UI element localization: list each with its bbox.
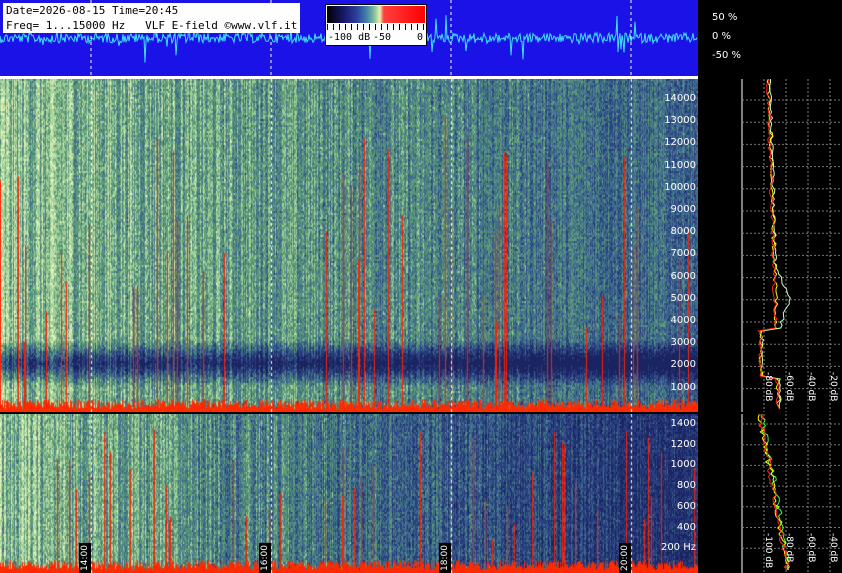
db-tick-label: -40 dB bbox=[828, 533, 838, 563]
vlf-spectrogram-view: Date=2026-08-15 Time=20:45 Freq= 1...1500… bbox=[0, 0, 842, 573]
db-tick-label: -80 dB bbox=[763, 372, 773, 402]
db-tick-label: -20 dB bbox=[828, 372, 838, 402]
db-tick-label: -40 dB bbox=[806, 372, 816, 402]
db-tick-label: -100 dB bbox=[763, 533, 773, 569]
db-tick-label: -60 dB bbox=[784, 372, 794, 402]
db-tick-label: -80 dB bbox=[784, 533, 794, 563]
db-axis: -80 dB -60 dB -40 dB -20 dB -100 dB -80 dB -60… bbox=[0, 0, 842, 573]
db-tick-label: -60 dB bbox=[806, 533, 816, 563]
